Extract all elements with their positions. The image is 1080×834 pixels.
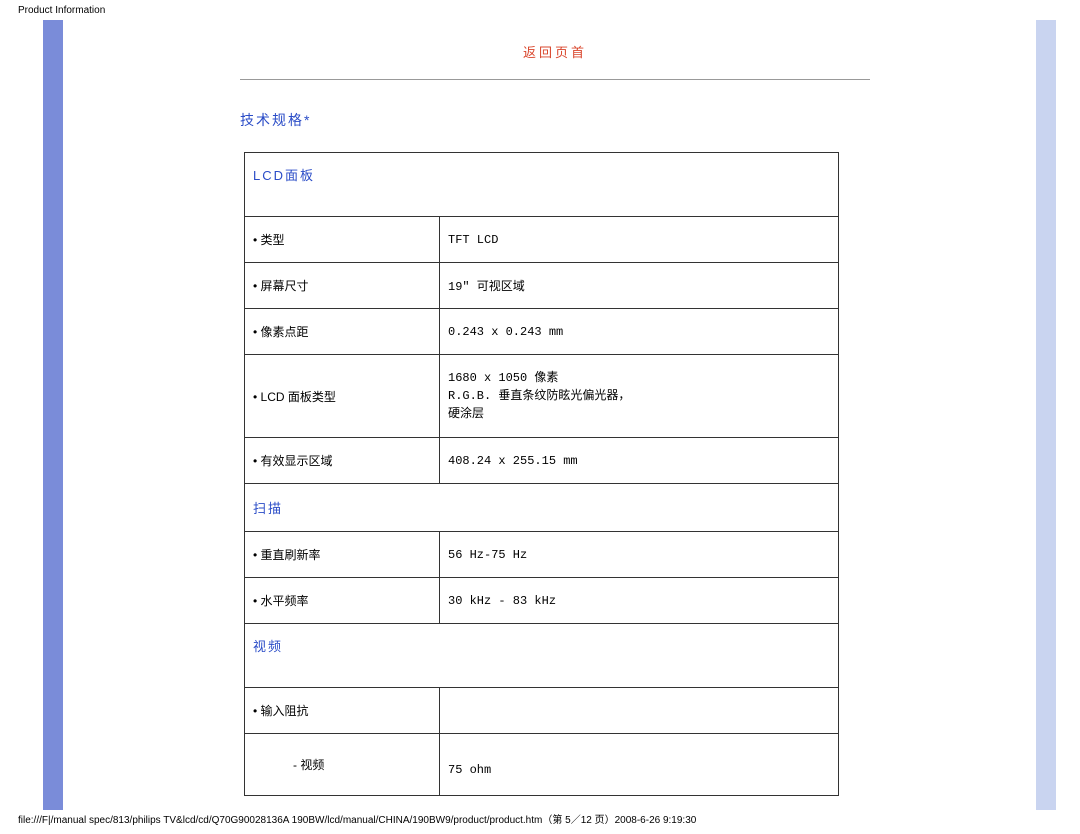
spec-value: 408.24 x 255.15 mm <box>440 438 839 484</box>
table-row: • LCD 面板类型 1680 x 1050 像素R.G.B. 垂直条纹防眩光偏… <box>245 355 839 438</box>
left-decoration-bar <box>43 20 63 810</box>
table-row: • 屏幕尺寸 19" 可视区域 <box>245 263 839 309</box>
page-header: Product Information <box>18 5 105 16</box>
table-row: 扫描 <box>245 484 839 532</box>
lcd-panel-header: LCD面板 <box>245 153 839 217</box>
divider <box>240 79 870 80</box>
spec-value: 56 Hz-75 Hz <box>440 532 839 578</box>
main-content: 返回页首 技术规格* LCD面板 • 类型 TFT LCD • 屏幕尺寸 19"… <box>240 20 870 796</box>
back-to-top-link[interactable]: 返回页首 <box>240 20 870 79</box>
table-row: • 水平频率 30 kHz - 83 kHz <box>245 578 839 624</box>
table-row: LCD面板 <box>245 153 839 217</box>
footer-path: file:///F|/manual spec/813/philips TV&lc… <box>18 811 696 826</box>
table-row: • 重直刷新率 56 Hz-75 Hz <box>245 532 839 578</box>
spec-label: • LCD 面板类型 <box>245 355 440 438</box>
table-row: • 像素点距 0.243 x 0.243 mm <box>245 309 839 355</box>
table-row: - 视频 75 ohm <box>245 734 839 796</box>
table-row: • 类型 TFT LCD <box>245 217 839 263</box>
spec-label: • 屏幕尺寸 <box>245 263 440 309</box>
table-row: • 输入阻抗 <box>245 688 839 734</box>
spec-value: 1680 x 1050 像素R.G.B. 垂直条纹防眩光偏光器，硬涂层 <box>440 355 839 438</box>
table-row: 视频 <box>245 624 839 688</box>
spec-label: • 像素点距 <box>245 309 440 355</box>
spec-sublabel: - 视频 <box>245 734 440 796</box>
spec-value: 19" 可视区域 <box>440 263 839 309</box>
section-title: 技术规格* <box>240 110 870 130</box>
spec-label: • 有效显示区域 <box>245 438 440 484</box>
spec-value: 30 kHz - 83 kHz <box>440 578 839 624</box>
spec-label: • 输入阻抗 <box>245 688 440 734</box>
scanning-header: 扫描 <box>245 484 839 532</box>
spec-value: TFT LCD <box>440 217 839 263</box>
spec-value: 0.243 x 0.243 mm <box>440 309 839 355</box>
spec-value <box>440 688 839 734</box>
spec-value: 75 ohm <box>440 734 839 796</box>
video-header: 视频 <box>245 624 839 688</box>
spec-label: • 类型 <box>245 217 440 263</box>
spec-table: LCD面板 • 类型 TFT LCD • 屏幕尺寸 19" 可视区域 • 像素点… <box>244 152 839 796</box>
spec-label: • 重直刷新率 <box>245 532 440 578</box>
spec-label: • 水平频率 <box>245 578 440 624</box>
right-decoration-bar <box>1036 20 1056 810</box>
table-row: • 有效显示区域 408.24 x 255.15 mm <box>245 438 839 484</box>
